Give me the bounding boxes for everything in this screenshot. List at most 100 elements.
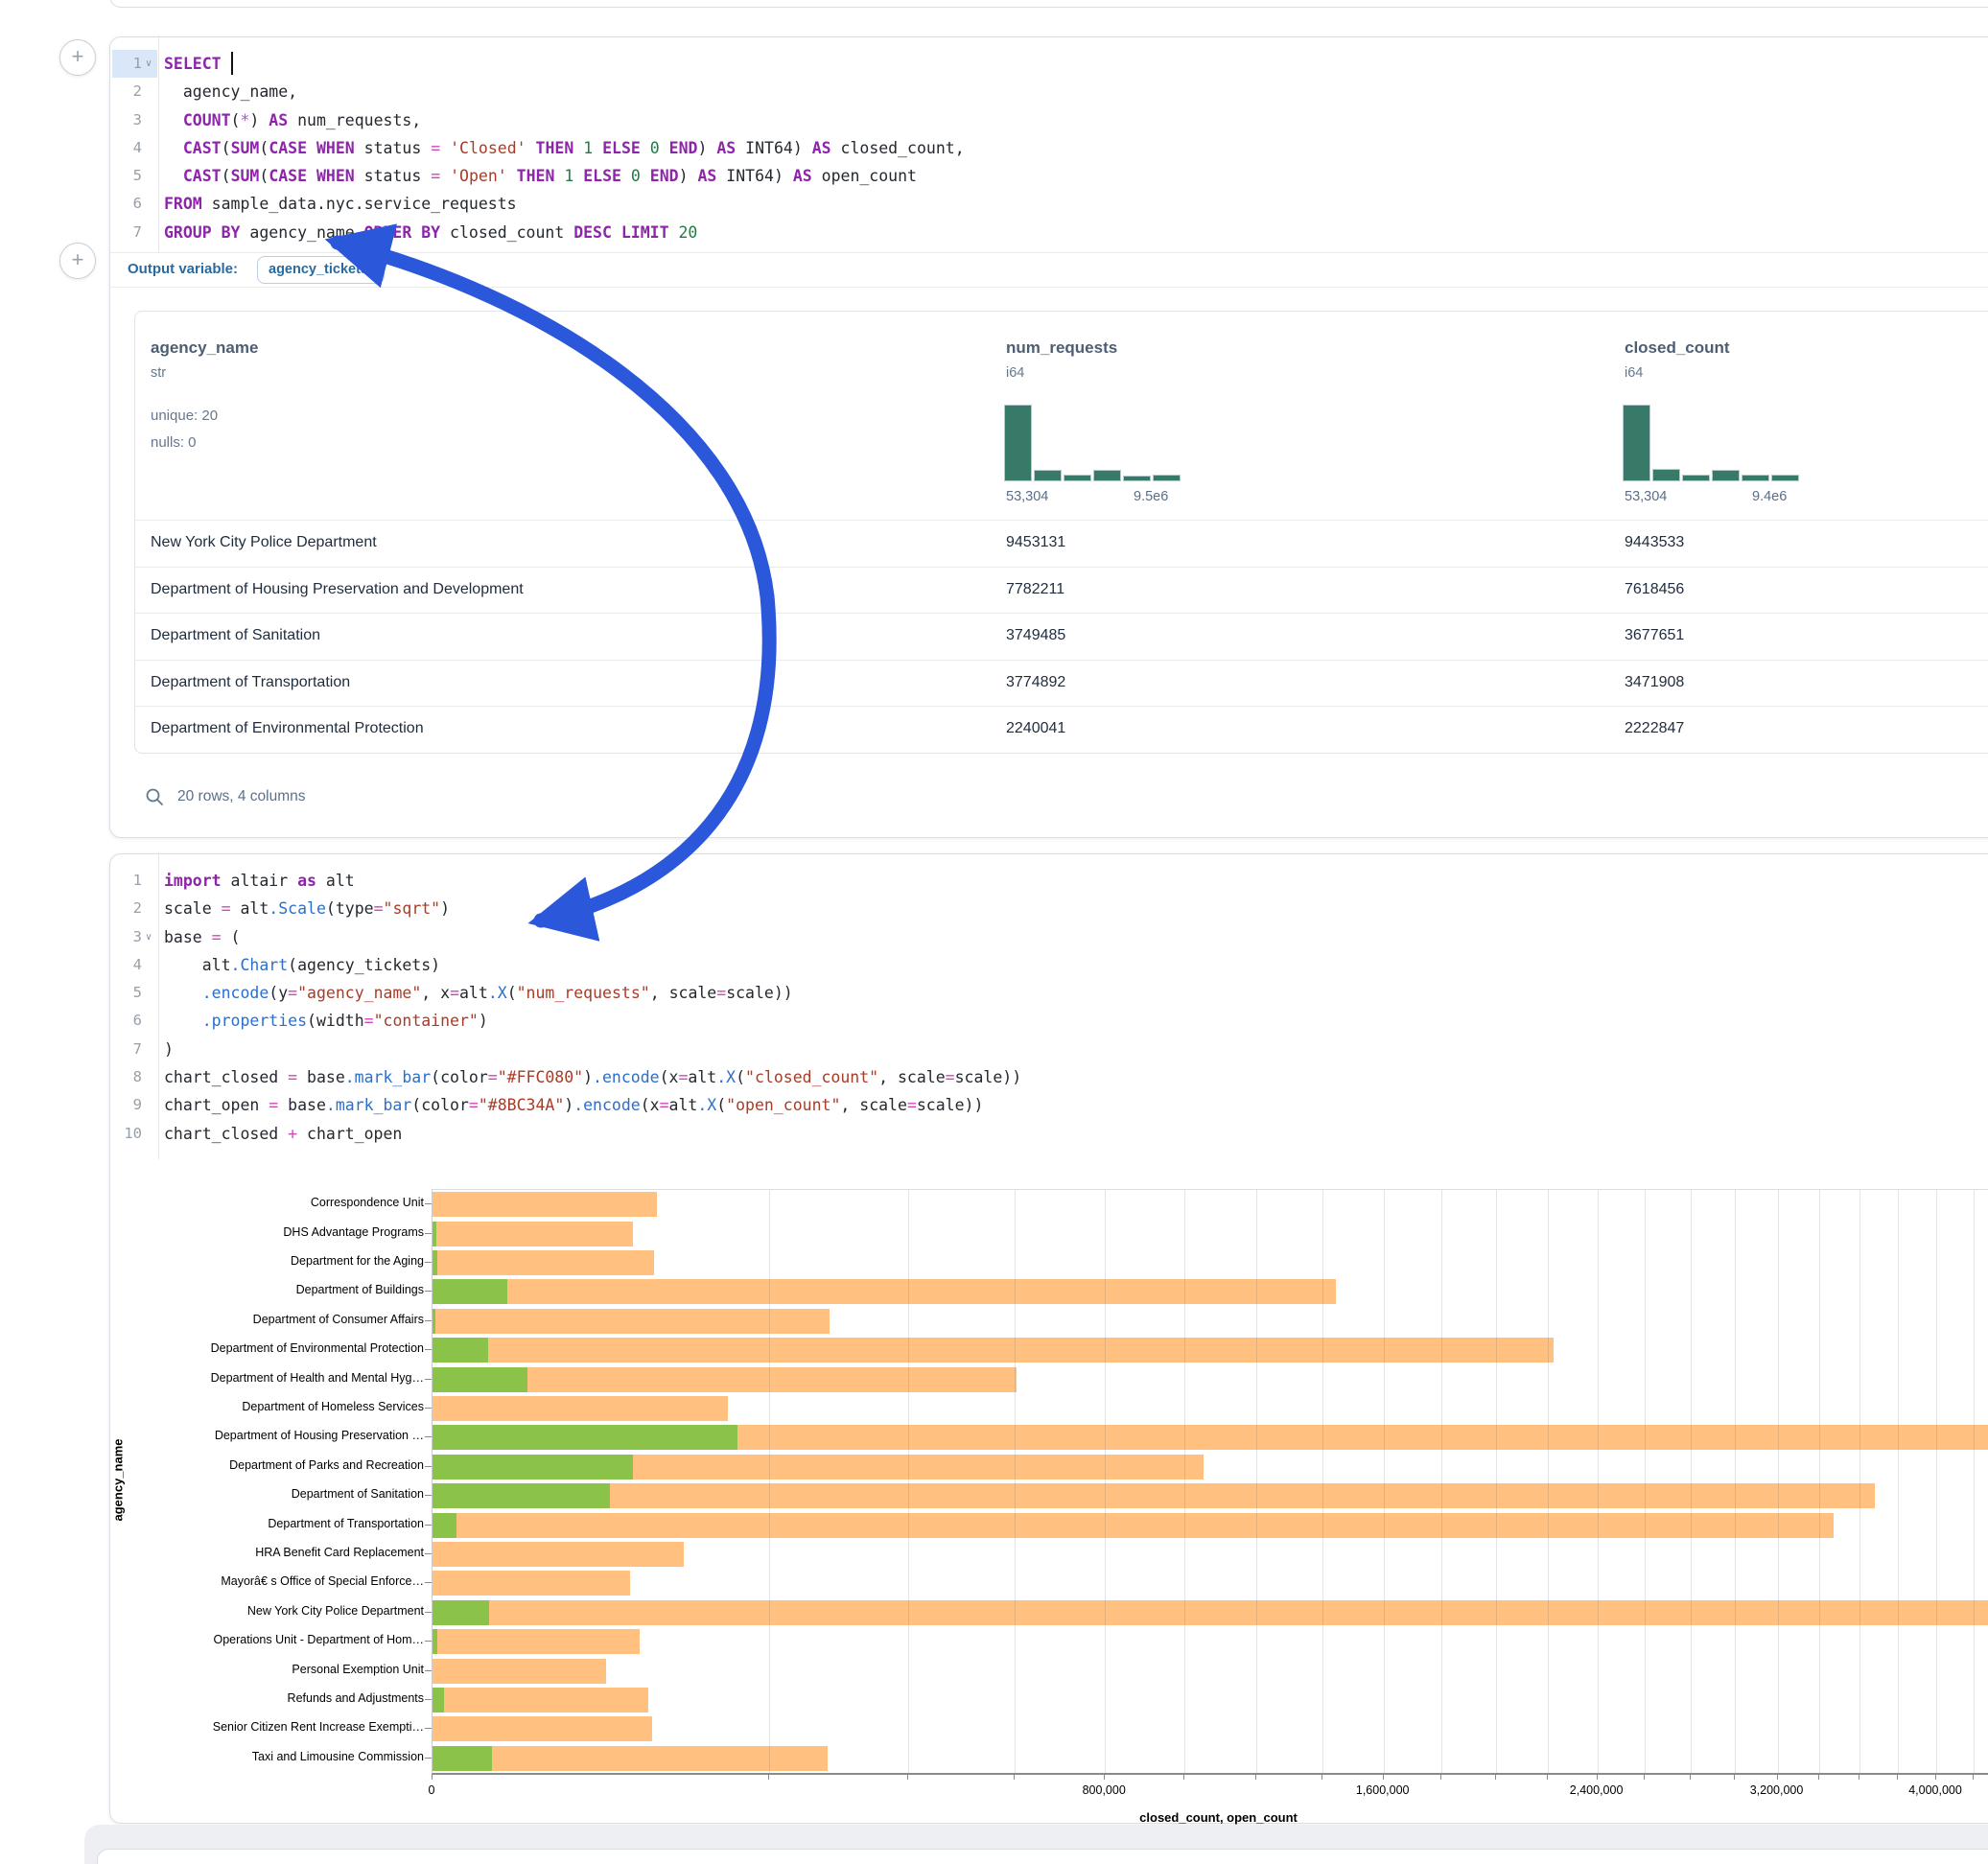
x-gridline [1819,1190,1820,1773]
bar-open-count[interactable] [433,1600,489,1625]
y-axis-label[interactable]: Mayorâ€ s Office of Special Enforce… [110,1574,424,1588]
y-axis-label[interactable]: Senior Citizen Rent Increase Exempti… [110,1720,424,1734]
bar-closed-count[interactable] [433,1279,1336,1304]
table-cell[interactable]: 2240041 [1006,720,1065,737]
sql-code-line[interactable]: FROM sample_data.nyc.service_requests [164,190,1988,218]
sql-code-line[interactable]: CAST(SUM(CASE WHEN status = 'Closed' THE… [164,134,1988,162]
column-type-label: str [151,365,166,381]
sql-code-line[interactable]: CAST(SUM(CASE WHEN status = 'Open' THEN … [164,162,1988,190]
table-cell[interactable]: 3471908 [1625,674,1684,691]
bar-closed-count[interactable] [433,1659,606,1684]
bar-closed-count[interactable] [433,1571,630,1596]
column-header-num_requests[interactable]: num_requests [1006,338,1117,358]
sql-code-line[interactable]: SELECT [164,50,1988,78]
y-axis-label[interactable]: Department of Consumer Affairs [110,1313,424,1326]
bar-closed-count[interactable] [433,1396,728,1421]
table-cell[interactable]: Department of Sanitation [151,627,320,644]
bar-open-count[interactable] [433,1367,527,1392]
sql-line-number[interactable]: 1∨ [110,50,155,78]
bar-open-count[interactable] [433,1513,456,1538]
bar-closed-count[interactable] [433,1600,1988,1625]
histogram-bar [1123,476,1151,481]
bar-closed-count[interactable] [433,1513,1834,1538]
table-cell[interactable]: 7618456 [1625,581,1684,598]
table-status-bar[interactable]: 20 rows, 4 columns [145,781,306,812]
bar-open-count[interactable] [433,1222,436,1247]
sql-token: AS [269,111,288,129]
table-cell[interactable]: 7782211 [1006,581,1064,598]
bar-closed-count[interactable] [433,1629,640,1654]
table-cell[interactable]: Department of Transportation [151,674,350,691]
bar-closed-count[interactable] [433,1542,684,1567]
y-axis-label[interactable]: Operations Unit - Department of Hom… [110,1633,424,1646]
sql-code-line[interactable]: agency_name, [164,78,1988,105]
bar-open-count[interactable] [433,1338,488,1363]
bar-closed-count[interactable] [433,1250,654,1275]
y-axis-label[interactable]: Refunds and Adjustments [110,1691,424,1705]
output-variable-pill[interactable]: agency_tickets [257,256,385,284]
search-icon[interactable] [145,787,164,806]
y-axis-label[interactable]: Department of Homeless Services [110,1400,424,1413]
bar-open-count[interactable] [433,1279,507,1304]
table-cell[interactable]: Department of Environmental Protection [151,720,424,737]
sql-code-line[interactable]: GROUP BY agency_name ORDER BY closed_cou… [164,219,1988,246]
sql-line-number[interactable]: 2 [110,78,155,105]
y-axis-label[interactable]: Department of Sanitation [110,1487,424,1501]
bar-closed-count[interactable] [433,1688,648,1713]
sql-code-editor[interactable]: SELECT agency_name, COUNT(*) AS num_requ… [164,50,1988,246]
sql-token: num_requests, [288,111,421,129]
sql-line-number[interactable]: 7 [110,219,155,246]
bar-closed-count[interactable] [433,1309,830,1334]
x-gridline [1105,1190,1106,1773]
y-axis-label[interactable]: Department of Housing Preservation … [110,1429,424,1442]
sql-code-line[interactable]: COUNT(*) AS num_requests, [164,106,1988,134]
y-axis-label[interactable]: Taxi and Limousine Commission [110,1750,424,1763]
bar-open-count[interactable] [433,1309,435,1334]
y-axis-label[interactable]: Department for the Aging [110,1254,424,1268]
y-axis-label[interactable]: Department of Health and Mental Hyg… [110,1371,424,1385]
bar-open-count[interactable] [433,1250,437,1275]
bar-open-count[interactable] [433,1746,492,1771]
sql-token: closed_count, [831,139,965,157]
table-cell[interactable]: New York City Police Department [151,534,377,551]
bar-open-count[interactable] [433,1483,610,1508]
y-axis-label[interactable]: Department of Buildings [110,1283,424,1296]
bar-open-count[interactable] [433,1425,737,1450]
add-cell-button-top[interactable]: + [59,39,96,76]
table-cell[interactable]: 3774892 [1006,674,1065,691]
x-axis-tick [1734,1774,1735,1780]
bar-closed-count[interactable] [433,1483,1875,1508]
sql-line-number[interactable]: 6 [110,190,155,218]
bar-open-count[interactable] [433,1688,444,1713]
bar-closed-count[interactable] [433,1716,652,1741]
y-axis-label[interactable]: DHS Advantage Programs [110,1225,424,1239]
column-header-agency_name[interactable]: agency_name [151,338,258,358]
y-axis-label[interactable]: Department of Transportation [110,1517,424,1530]
table-cell[interactable]: 2222847 [1625,720,1684,737]
bar-closed-count[interactable] [433,1192,657,1217]
bar-open-count[interactable] [433,1455,633,1480]
y-axis-label[interactable]: Personal Exemption Unit [110,1663,424,1676]
y-axis-label[interactable]: HRA Benefit Card Replacement [110,1546,424,1559]
add-cell-button-middle[interactable]: + [59,243,96,279]
y-axis-label[interactable]: Department of Environmental Protection [110,1341,424,1355]
table-cell[interactable]: 9453131 [1006,534,1065,551]
y-axis-label[interactable]: Correspondence Unit [110,1196,424,1209]
sql-line-number[interactable]: 3 [110,106,155,134]
sql-token [411,223,421,242]
table-cell[interactable]: 9443533 [1625,534,1684,551]
sql-line-number[interactable]: 5 [110,162,155,190]
y-axis-label[interactable]: Department of Parks and Recreation [110,1458,424,1472]
bar-open-count[interactable] [433,1629,437,1654]
collapse-caret-icon[interactable]: ∨ [142,50,155,78]
table-cell[interactable]: 3677651 [1625,627,1684,644]
table-cell[interactable]: 3749485 [1006,627,1065,644]
bar-closed-count[interactable] [433,1222,633,1247]
results-table[interactable]: agency_namestrunique: 20nulls: 0num_requ… [134,311,1988,754]
table-cell[interactable]: Department of Housing Preservation and D… [151,581,524,598]
column-header-closed_count[interactable]: closed_count [1625,338,1730,358]
sql-line-number[interactable]: 4 [110,134,155,162]
y-axis-label[interactable]: New York City Police Department [110,1604,424,1618]
sql-line-number-gutter[interactable]: 1∨234567 [110,37,159,252]
bar-closed-count[interactable] [433,1338,1554,1363]
